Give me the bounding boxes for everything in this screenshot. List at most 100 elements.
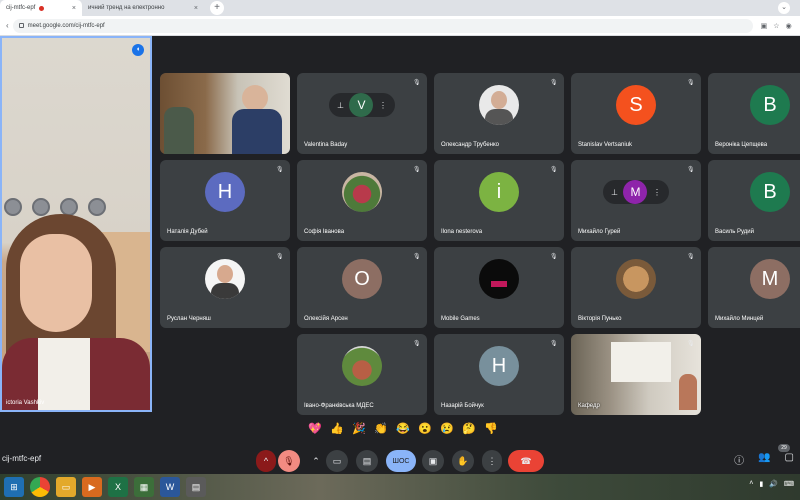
tab-title: ичний тренд на електронно	[88, 5, 165, 11]
start-button[interactable]: ⊞	[4, 477, 24, 497]
word-icon[interactable]: W	[160, 477, 180, 497]
chat-icon[interactable]: ▢	[785, 452, 794, 467]
captions-button[interactable]: ▤	[356, 450, 378, 472]
hand-icon: ✋	[457, 455, 469, 466]
participant-name: Руслан Черняш	[167, 316, 211, 322]
participant-tile[interactable]: 🎙 i Ilona nesterova	[434, 160, 564, 241]
captions-icon: ▤	[362, 455, 372, 466]
camera-toggle-button[interactable]: ▭	[326, 450, 348, 472]
reaction-thumbs-up[interactable]: 👍	[330, 422, 344, 435]
more-options-icon[interactable]: ⋮	[379, 101, 387, 110]
present-button[interactable]: ШОС	[386, 450, 416, 472]
participant-name: ictoria Vashkiv	[6, 400, 45, 406]
participant-tile[interactable]: 🎙 Руслан Черняш	[160, 247, 290, 328]
participant-tile[interactable]: М Михайло Минцей	[708, 247, 800, 328]
tab-title: cij-mtfc-epf	[6, 5, 36, 11]
participant-tile[interactable]	[160, 73, 290, 154]
participant-tile[interactable]: 🎙 Софія Іванова	[297, 160, 427, 241]
participant-name: Вікторія Пунько	[578, 316, 622, 322]
pin-icon[interactable]: ⊥	[337, 101, 344, 110]
pin-icon[interactable]: ⊥	[611, 188, 618, 197]
avatar: О	[342, 259, 382, 300]
participant-tile[interactable]: 🎙 Івано-Франківська МДЕС	[297, 334, 427, 415]
tab-article[interactable]: ичний тренд на електронно ×	[82, 0, 204, 16]
avatar: V	[349, 93, 374, 118]
phone-hangup-icon: ☎	[520, 455, 532, 466]
mic-options-button[interactable]: ^	[256, 450, 276, 472]
speaking-indicator-icon: ◖	[132, 44, 144, 56]
more-options-button[interactable]: ⋮	[482, 450, 502, 472]
avatar-photo	[342, 172, 382, 213]
keyboard-icon[interactable]: ⌨	[784, 480, 794, 488]
camera-icon[interactable]: ▣	[761, 22, 768, 30]
participant-name: Mobile Games	[441, 316, 480, 322]
mic-off-icon: 🎙	[687, 341, 695, 347]
participant-tile[interactable]: 🎙 ⊥ М ⋮ Михайло Гурей	[571, 160, 701, 241]
camera-options-button[interactable]: ⌃	[308, 450, 324, 472]
reaction-thumbs-down[interactable]: 👎	[484, 422, 498, 435]
people-icon[interactable]: 👥	[758, 452, 770, 467]
participant-tile[interactable]: 🎙 ⊥ V ⋮ Valentina Baday	[297, 73, 427, 154]
more-options-icon[interactable]: ⋮	[653, 188, 661, 197]
avatar: Н	[205, 172, 245, 213]
url-field[interactable]: meet.google.com/cij-mtfc-epf	[12, 18, 753, 33]
app-icon[interactable]: ▦	[134, 477, 154, 497]
participant-tile[interactable]: 🎙 О Олексійя Арсен	[297, 247, 427, 328]
video-background	[611, 342, 671, 382]
participant-tile[interactable]: 🎙 Кафедр	[571, 334, 701, 415]
speaker-tile[interactable]: ◖ ictoria Vashkiv	[0, 36, 152, 412]
avatar: i	[479, 172, 519, 213]
tile-hover-controls[interactable]: ⊥ V ⋮	[329, 93, 395, 118]
chevron-up-icon[interactable]: ˄	[749, 480, 753, 488]
browser-tab-strip: cij-mtfc-epf × ичний тренд на електронно…	[0, 0, 800, 16]
chevron-down-icon[interactable]: ⌄	[778, 2, 790, 14]
participant-tile[interactable]: В Василь Рудий	[708, 160, 800, 241]
tile-hover-controls[interactable]: ⊥ М ⋮	[603, 180, 669, 205]
volume-icon[interactable]: 🔊	[769, 480, 778, 488]
mic-toggle-button[interactable]: 🎙	[278, 450, 300, 472]
back-icon[interactable]: ‹	[6, 21, 9, 30]
chrome-icon[interactable]	[30, 477, 50, 497]
participant-tile[interactable]: 🎙 Олександр Трубенко	[434, 73, 564, 154]
avatar-photo	[342, 346, 382, 387]
info-icon[interactable]: ⓘ	[734, 452, 744, 467]
star-icon[interactable]: ☆	[773, 22, 779, 30]
present-label: ШОС	[392, 457, 410, 465]
avatar: Н	[479, 346, 519, 387]
profile-icon[interactable]: ◉	[786, 22, 792, 30]
folder-icon[interactable]: ▭	[56, 477, 76, 497]
mic-off-icon: 🎙	[550, 80, 558, 86]
mic-off-icon: 🎙	[687, 167, 695, 173]
leave-call-button[interactable]: ☎	[508, 450, 544, 472]
recording-dot-icon	[39, 5, 45, 11]
raise-hand-button[interactable]: ✋	[452, 450, 474, 472]
reaction-heart[interactable]: 💖	[308, 422, 322, 435]
os-taskbar: ⊞ ▭ ▶ X ▦ W ▤	[0, 474, 800, 500]
reaction-thinking[interactable]: 🤔	[462, 422, 476, 435]
reaction-clap[interactable]: 👏	[374, 422, 388, 435]
app-icon[interactable]: ▤	[186, 477, 206, 497]
new-tab-button[interactable]: +	[210, 1, 224, 15]
avatar-photo	[205, 259, 245, 300]
participant-tile[interactable]: 🎙 Н Назарій Бойчук	[434, 334, 564, 415]
participant-name: Софія Іванова	[304, 229, 345, 235]
video-person	[20, 234, 92, 332]
reaction-laugh[interactable]: 😂	[396, 422, 410, 435]
reaction-sad[interactable]: 😢	[440, 422, 454, 435]
reaction-bar: 💖 👍 🎉 👏 😂 😮 😢 🤔 👎	[308, 422, 498, 435]
reaction-surprised[interactable]: 😮	[418, 422, 432, 435]
participant-tile[interactable]: 🎙 S Stanislav Vertsaniuk	[571, 73, 701, 154]
participant-name: Вероніка Цепщева	[715, 142, 768, 148]
media-player-icon[interactable]: ▶	[82, 477, 102, 497]
network-icon[interactable]: ▮	[759, 480, 763, 488]
close-icon[interactable]: ×	[194, 5, 198, 12]
tab-meet[interactable]: cij-mtfc-epf ×	[0, 0, 82, 16]
participant-tile[interactable]: 🎙 Mobile Games	[434, 247, 564, 328]
participant-tile[interactable]: В Вероніка Цепщева	[708, 73, 800, 154]
participant-tile[interactable]: 🎙 Вікторія Пунько	[571, 247, 701, 328]
excel-icon[interactable]: X	[108, 477, 128, 497]
reaction-party[interactable]: 🎉	[352, 422, 366, 435]
close-icon[interactable]: ×	[72, 5, 76, 12]
present-screen-button[interactable]: ▣	[422, 450, 444, 472]
participant-tile[interactable]: 🎙 Н Наталія Дубей	[160, 160, 290, 241]
